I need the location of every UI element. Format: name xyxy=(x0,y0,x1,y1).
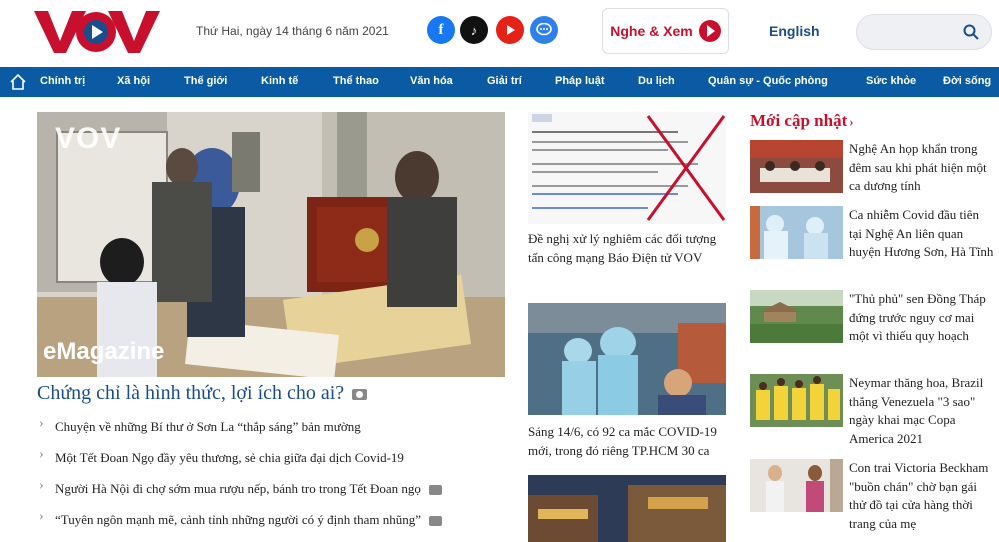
nav-item-kinh-te[interactable]: Kinh tế xyxy=(261,75,298,87)
latest-news-thumbnail[interactable] xyxy=(750,140,843,193)
facebook-icon[interactable]: f xyxy=(427,16,455,44)
nav-item-chinh-tri[interactable]: Chính trị xyxy=(40,75,85,87)
latest-news-title[interactable]: Con trai Victoria Beckham "buồn chán" ch… xyxy=(849,459,995,533)
covid-testing-image[interactable] xyxy=(528,303,726,415)
play-icon xyxy=(698,20,721,42)
nav-item-the-thao[interactable]: Thể thao xyxy=(333,75,379,87)
hero-image[interactable]: VOV eMagazine xyxy=(37,112,505,377)
current-date: Thứ Hai, ngày 14 tháng 6 năm 2021 xyxy=(196,24,389,38)
latest-news-title[interactable]: "Thủ phủ" sen Đồng Tháp đứng trước nguy … xyxy=(849,290,995,346)
related-item[interactable]: Chuyện về những Bí thư ở Sơn La “thắp sá… xyxy=(37,412,507,443)
listen-watch-button[interactable]: Nghe & Xem xyxy=(602,8,729,54)
related-item[interactable]: Một Tết Đoan Ngọ đầy yêu thương, sẻ chia… xyxy=(37,443,507,474)
latest-news-item[interactable]: Ca nhiễm Covid đầu tiên tại Nghệ An liên… xyxy=(750,206,995,266)
camera-icon xyxy=(352,388,368,400)
english-link[interactable]: English xyxy=(769,23,820,39)
site-header: Thứ Hai, ngày 14 tháng 6 năm 2021 f ♪ Ng… xyxy=(0,0,999,66)
nav-item-giai-tri[interactable]: Giải trí xyxy=(487,75,522,87)
tiktok-icon[interactable]: ♪ xyxy=(460,16,488,44)
hero-title[interactable]: Chứng chỉ là hình thức, lợi ích cho ai? xyxy=(37,382,368,405)
vov-watermark: VOV xyxy=(55,122,122,155)
latest-news-heading[interactable]: Mới cập nhật › xyxy=(750,111,854,131)
nav-item-the-gioi[interactable]: Thế giới xyxy=(184,75,227,87)
latest-news-thumbnail[interactable] xyxy=(750,374,843,427)
related-item[interactable]: “Tuyên ngôn mạnh mẽ, cảnh tỉnh những ngư… xyxy=(37,505,507,536)
nav-item-phap-luat[interactable]: Pháp luật xyxy=(555,75,605,87)
latest-news-item[interactable]: Nghệ An họp khẩn trong đêm sau khi phát … xyxy=(750,140,995,200)
street-night-image[interactable] xyxy=(528,475,726,542)
middle-article-title[interactable]: Sáng 14/6, có 92 ca mắc COVID-19 mới, tr… xyxy=(528,422,728,460)
latest-news-thumbnail[interactable] xyxy=(750,290,843,343)
home-icon[interactable] xyxy=(9,73,27,91)
vov-logo[interactable] xyxy=(34,7,160,55)
nav-item-van-hoa[interactable]: Văn hóa xyxy=(410,75,453,87)
latest-news-title[interactable]: Nghệ An họp khẩn trong đêm sau khi phát … xyxy=(849,140,995,196)
hero-title-text[interactable]: Chứng chỉ là hình thức, lợi ích cho ai? xyxy=(37,382,344,404)
camera-icon xyxy=(428,485,442,496)
nav-item-xa-hoi[interactable]: Xã hội xyxy=(117,75,150,87)
latest-news-item[interactable]: "Thủ phủ" sen Đồng Tháp đứng trước nguy … xyxy=(750,290,995,350)
listen-watch-label: Nghe & Xem xyxy=(610,23,693,39)
latest-news-item[interactable]: Neymar thăng hoa, Brazil thắng Venezuela… xyxy=(750,374,995,446)
middle-article-title[interactable]: Đề nghị xử lý nghiêm các đối tượng tấn c… xyxy=(528,229,728,267)
chat-icon[interactable] xyxy=(530,16,558,44)
related-list: Chuyện về những Bí thư ở Sơn La “thắp sá… xyxy=(37,412,507,536)
nav-item-doi-song[interactable]: Đời sống xyxy=(943,75,991,87)
video-icon xyxy=(429,516,443,527)
related-item[interactable]: Người Hà Nội đi chợ sớm mua rượu nếp, bá… xyxy=(37,474,507,505)
latest-news-title[interactable]: Neymar thăng hoa, Brazil thắng Venezuela… xyxy=(849,374,995,448)
chevron-right-icon: › xyxy=(849,114,854,129)
search-input[interactable] xyxy=(869,23,959,43)
latest-news-thumbnail[interactable] xyxy=(750,459,843,512)
search-box[interactable] xyxy=(856,14,992,50)
youtube-icon[interactable] xyxy=(496,16,524,44)
nav-item-du-lich[interactable]: Du lịch xyxy=(638,75,675,87)
latest-news-item[interactable]: Con trai Victoria Beckham "buồn chán" ch… xyxy=(750,459,995,542)
latest-news-title[interactable]: Ca nhiễm Covid đầu tiên tại Nghệ An liên… xyxy=(849,206,995,262)
nav-item-suc-khoe[interactable]: Sức khỏe xyxy=(866,75,916,87)
main-navigation: Chính trị Xã hội Thế giới Kinh tế Thể th… xyxy=(0,67,999,97)
search-icon[interactable] xyxy=(963,24,979,40)
nav-item-quan-su[interactable]: Quân sự - Quốc phòng xyxy=(708,75,828,87)
cyberattack-screenshot-image[interactable] xyxy=(528,112,726,224)
latest-news-thumbnail[interactable] xyxy=(750,206,843,259)
emagazine-badge: eMagazine xyxy=(43,338,165,365)
